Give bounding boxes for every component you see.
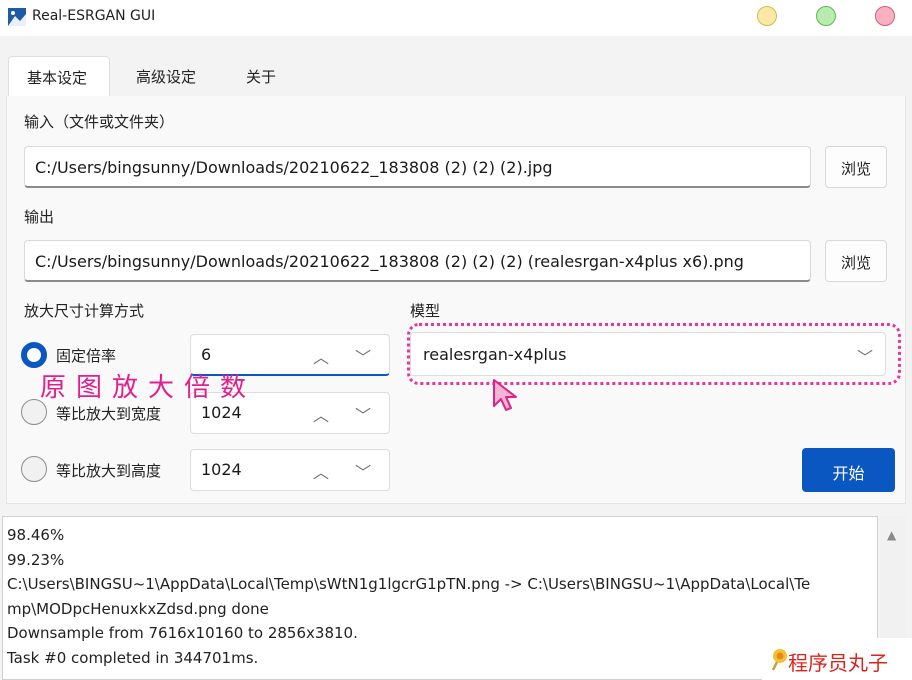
log-line: Downsample from 7616x10160 to 2856x3810. xyxy=(7,624,358,642)
chevron-down-icon[interactable]: ﹀ xyxy=(355,402,371,426)
close-button[interactable] xyxy=(875,6,895,26)
chevron-up-icon[interactable]: ︿ xyxy=(313,402,329,426)
log-line: 99.23% xyxy=(7,550,65,569)
tab-basic-settings[interactable]: 基本设定 xyxy=(8,56,110,96)
radio-fixed-ratio-label: 固定倍率 xyxy=(56,347,117,365)
tab-bar: 基本设定 高级设定 关于 xyxy=(0,36,912,96)
spin-value: 1024 xyxy=(201,460,242,479)
log-line: Task #0 completed in 344701ms. xyxy=(7,648,259,667)
radio-scale-width-label: 等比放大到宽度 xyxy=(56,405,162,423)
input-label: 输入（文件或文件夹） xyxy=(24,113,175,131)
output-label: 输出 xyxy=(24,208,55,226)
watermark-text: 程序员丸子 xyxy=(788,651,888,675)
input-browse-button[interactable]: 浏览 xyxy=(825,146,887,188)
lollipop-icon xyxy=(771,649,787,671)
annotation-text: 原图放大倍数 xyxy=(40,373,257,403)
scale-method-label: 放大尺寸计算方式 xyxy=(24,302,145,320)
model-label: 模型 xyxy=(410,302,441,320)
spin-value: 6 xyxy=(201,345,212,364)
annotation-highlight-box xyxy=(407,323,901,385)
radio-scale-height[interactable] xyxy=(21,456,47,482)
start-button[interactable]: 开始 xyxy=(802,448,895,492)
title-bar: Real-ESRGAN GUI xyxy=(0,0,912,36)
chevron-down-icon[interactable]: ﹀ xyxy=(355,459,371,483)
log-line: 98.46% xyxy=(7,526,65,544)
input-path-field[interactable]: C:/Users/bingsunny/Downloads/20210622_18… xyxy=(24,146,811,188)
spin-value: 1024 xyxy=(201,403,242,422)
scroll-up-icon[interactable]: ▲ xyxy=(887,528,896,542)
watermark: 程序员丸子 xyxy=(762,638,912,680)
log-output[interactable]: 98.46% 99.23% C:\Users\BINGSU~1\AppData\… xyxy=(2,516,878,680)
tab-about[interactable]: 关于 xyxy=(228,56,298,96)
tab-advanced-settings[interactable]: 高级设定 xyxy=(118,56,222,96)
log-line: C:\Users\BINGSU~1\AppData\Local\Temp\sWt… xyxy=(7,575,811,593)
radio-scale-height-label: 等比放大到高度 xyxy=(56,462,162,480)
cursor-icon xyxy=(493,379,517,411)
chevron-down-icon[interactable]: ﹀ xyxy=(355,344,371,368)
chevron-up-icon[interactable]: ︿ xyxy=(313,344,329,368)
maximize-button[interactable] xyxy=(816,6,836,26)
window-title: Real-ESRGAN GUI xyxy=(32,8,156,24)
radio-fixed-ratio[interactable] xyxy=(21,342,47,368)
output-browse-button[interactable]: 浏览 xyxy=(825,240,887,282)
log-line: mp\MODpcHenuxkxZdsd.png done xyxy=(7,599,269,618)
height-spinbox[interactable]: 1024 ︿ ﹀ xyxy=(190,449,390,491)
minimize-button[interactable] xyxy=(757,6,777,26)
output-path-field[interactable]: C:/Users/bingsunny/Downloads/20210622_18… xyxy=(24,240,811,282)
chevron-up-icon[interactable]: ︿ xyxy=(313,459,329,483)
app-icon xyxy=(8,8,26,26)
